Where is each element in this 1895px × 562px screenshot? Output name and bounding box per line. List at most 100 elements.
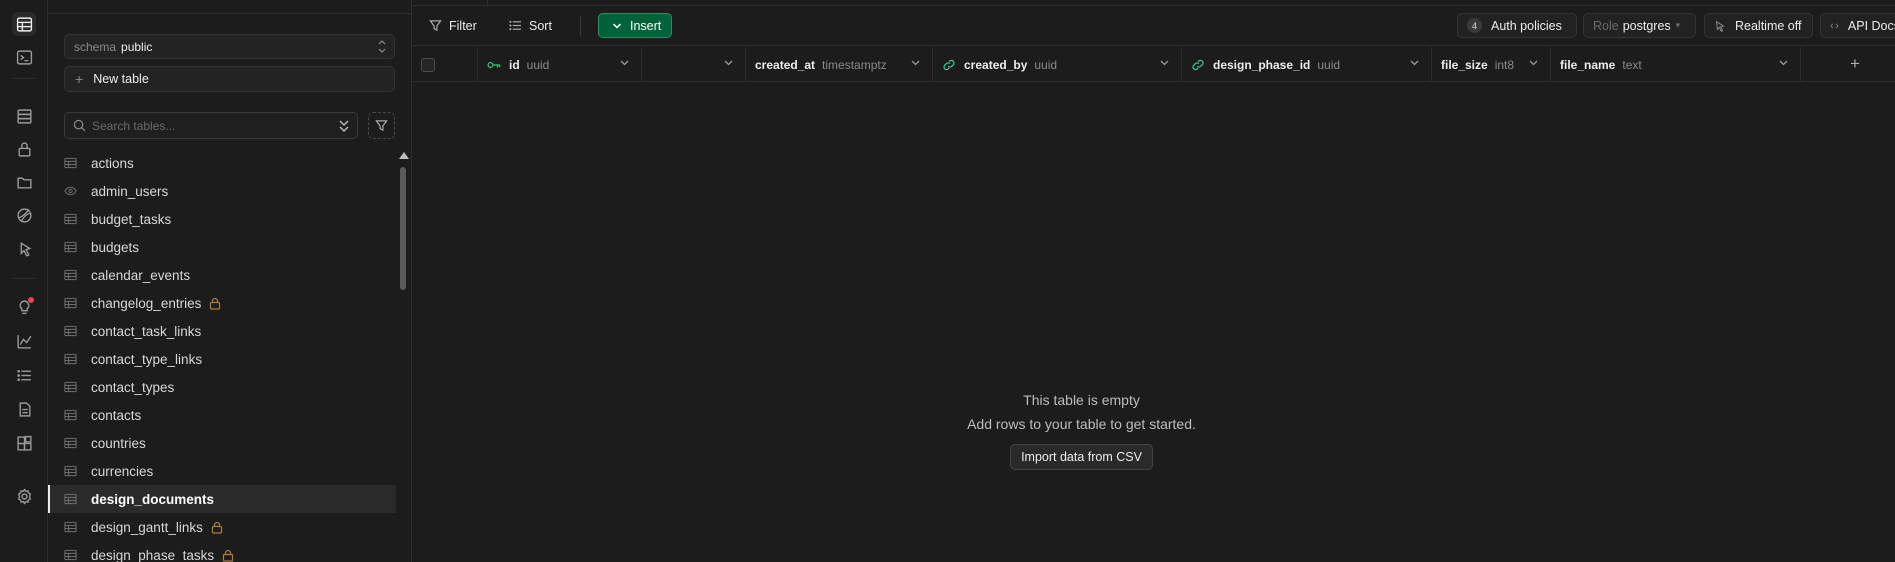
table-icon (64, 297, 77, 309)
rail-divider (12, 78, 36, 79)
view-icon (64, 186, 77, 196)
sidebar-table-item[interactable]: budgets (48, 233, 396, 261)
storage-icon[interactable] (12, 170, 36, 194)
table-icon (64, 213, 77, 225)
column-name: design_phase_id (1213, 57, 1311, 72)
advisors-icon[interactable] (12, 295, 36, 319)
table-icon (64, 269, 77, 281)
sql-editor-icon[interactable] (12, 45, 36, 69)
column-header[interactable]: id uuid (478, 47, 642, 82)
column-name: id (509, 57, 520, 72)
sidebar-table-item[interactable]: contact_types (48, 373, 396, 401)
auth-policies-label: Auth policies (1491, 18, 1562, 33)
column-type: int8 (1494, 57, 1515, 72)
sidebar-table-item[interactable]: contact_type_links (48, 345, 396, 373)
column-type: text (1622, 57, 1642, 72)
column-name: file_size (1441, 57, 1488, 72)
filter-button[interactable]: Filter (429, 13, 477, 38)
realtime-label: Realtime off (1735, 18, 1802, 33)
search-input[interactable] (92, 118, 322, 133)
integrations-icon[interactable] (12, 431, 36, 455)
sidebar-table-item[interactable]: actions (48, 149, 396, 177)
role-selector[interactable]: Role postgres ▾ (1583, 13, 1696, 38)
schema-selector[interactable]: schema public (64, 34, 395, 59)
column-header[interactable]: design_phase_id uuid (1182, 47, 1432, 82)
sidebar-table-item[interactable]: changelog_entries (48, 289, 396, 317)
sidebar-table-item[interactable]: design_documents (48, 485, 396, 513)
select-all-checkbox[interactable] (421, 57, 435, 72)
table-icon (64, 521, 77, 533)
table-list: actions admin_users budget_tasks budgets cal… (48, 149, 396, 562)
sort-label: Sort (529, 18, 552, 33)
chevron-down-icon[interactable] (1779, 60, 1788, 66)
sidebar-table-item[interactable]: calendar_events (48, 261, 396, 289)
reports-icon[interactable] (12, 329, 36, 353)
chevron-down-icon[interactable] (1529, 60, 1538, 66)
realtime-toggle-button[interactable]: Realtime off (1704, 13, 1813, 38)
notification-dot (28, 297, 34, 303)
realtime-icon[interactable] (12, 203, 36, 227)
sidebar-table-name: contact_type_links (91, 351, 203, 367)
icon-rail (0, 0, 48, 562)
role-label: Role (1593, 18, 1619, 33)
empty-state-title: This table is empty (1023, 392, 1140, 408)
column-header[interactable]: file_size int8 (1432, 47, 1551, 82)
sidebar-table-item[interactable]: budget_tasks (48, 205, 396, 233)
api-docs-button[interactable]: API Docs (1820, 13, 1895, 38)
settings-icon[interactable] (12, 484, 36, 508)
table-editor-icon[interactable] (12, 12, 36, 36)
lock-icon (222, 549, 234, 562)
table-icon (64, 409, 77, 421)
insert-button[interactable]: Insert (598, 13, 672, 38)
chevron-updown-icon (378, 40, 386, 53)
sidebar-table-item[interactable]: design_phase_tasks (48, 541, 396, 562)
logs-icon[interactable] (12, 363, 36, 387)
scroll-up-arrow-icon[interactable] (399, 152, 409, 159)
table-icon (64, 325, 77, 337)
sidebar-table-name: contact_task_links (91, 323, 202, 339)
sidebar-table-name: design_phase_tasks (91, 547, 215, 562)
sidebar-table-item[interactable]: countries (48, 429, 396, 457)
sidebar-table-item[interactable]: design_gantt_links (48, 513, 396, 541)
table-editor-main: Filter Sort Insert 4 Auth policies Role … (412, 0, 1895, 562)
sidebar-table-name: design_documents (91, 491, 215, 507)
column-header[interactable]: created_at timestamptz (746, 47, 933, 82)
sidebar-table-item[interactable]: contact_task_links (48, 317, 396, 345)
chevron-down-icon[interactable] (724, 60, 733, 66)
table-icon (64, 353, 77, 365)
select-all-cell (412, 47, 478, 82)
column-type: uuid (1317, 57, 1341, 72)
scroll-thumb[interactable] (400, 167, 406, 290)
database-icon[interactable] (12, 104, 36, 128)
schema-label: schema (74, 39, 117, 54)
import-csv-button[interactable]: Import data from CSV (1010, 444, 1153, 470)
auth-policies-button[interactable]: 4 Auth policies (1457, 13, 1577, 38)
chevron-down-icon[interactable] (1410, 60, 1419, 66)
lock-icon (210, 297, 221, 310)
add-column-button[interactable]: + (1847, 55, 1863, 72)
chevron-down-icon[interactable] (1160, 60, 1169, 66)
chevron-down-icon (612, 22, 622, 29)
auth-icon[interactable] (12, 137, 36, 161)
sidebar-table-item[interactable]: contacts (48, 401, 396, 429)
column-header[interactable] (642, 47, 746, 82)
sidebar-table-item[interactable]: admin_users (48, 177, 396, 205)
api-docs-icon[interactable] (12, 397, 36, 421)
role-value: postgres (1622, 18, 1671, 33)
schema-value: public (121, 39, 153, 54)
edge-functions-icon[interactable] (12, 236, 36, 260)
table-icon (64, 381, 77, 393)
chevron-down-icon[interactable] (911, 60, 920, 66)
chevrons-down-icon[interactable] (337, 118, 351, 134)
column-type: uuid (1034, 57, 1058, 72)
sidebar-table-item[interactable]: currencies (48, 457, 396, 485)
new-table-button[interactable]: + New table (64, 66, 395, 92)
table-icon (64, 241, 77, 253)
column-header[interactable]: created_by uuid (933, 47, 1182, 82)
chevron-down-icon[interactable] (620, 60, 629, 66)
sidebar-scrollbar[interactable] (397, 150, 409, 562)
sort-button[interactable]: Sort (509, 13, 552, 38)
filter-tables-button[interactable] (368, 112, 395, 139)
column-header[interactable]: file_name text (1551, 47, 1801, 82)
table-icon (64, 493, 77, 505)
